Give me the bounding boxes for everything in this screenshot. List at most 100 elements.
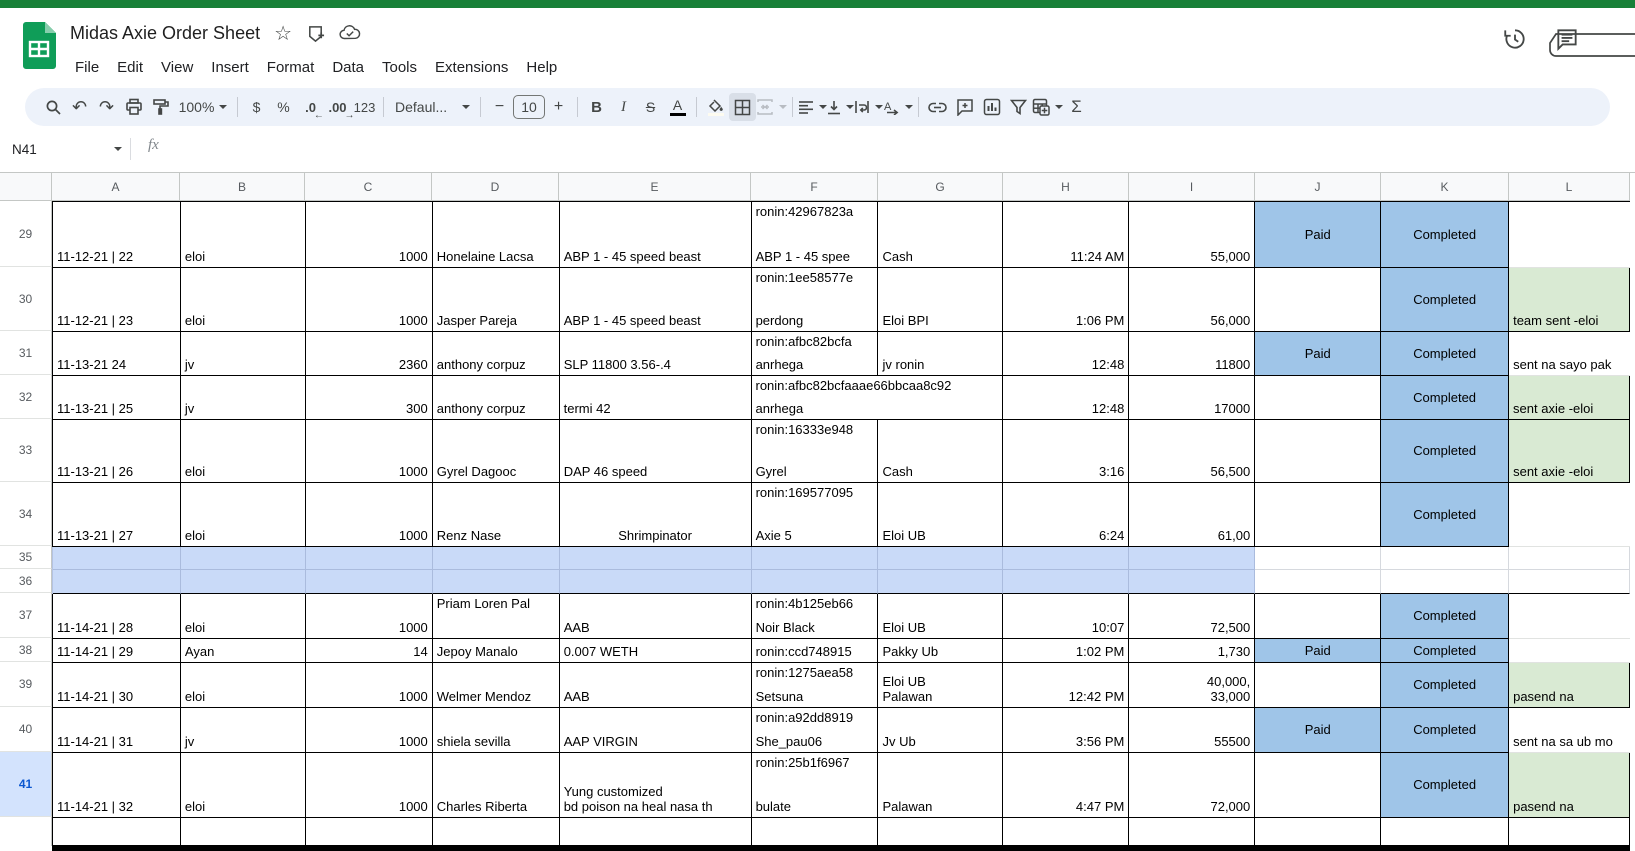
cell-G35[interactable] xyxy=(878,547,1004,570)
cell-I33[interactable]: 56,500 xyxy=(1129,420,1256,483)
increase-font-size-button[interactable]: + xyxy=(545,93,572,121)
decrease-decimal-button[interactable]: .0 ← xyxy=(297,93,324,121)
italic-button[interactable]: I xyxy=(610,93,637,121)
cell-C38[interactable]: 14 xyxy=(305,639,433,663)
decrease-font-size-button[interactable]: − xyxy=(486,93,513,121)
cell-E32[interactable]: termi 42 xyxy=(559,376,752,420)
cell-E37[interactable]: AAB xyxy=(559,594,752,639)
cell-H39[interactable]: 12:42 PM xyxy=(1003,663,1130,708)
functions-sigma-button[interactable]: Σ xyxy=(1063,93,1090,121)
cell-L30[interactable]: team sent -eloi xyxy=(1509,268,1631,332)
text-wrap-button[interactable] xyxy=(854,93,883,121)
cell-B35[interactable] xyxy=(180,547,306,570)
cell-F40[interactable]: ronin:a92dd8919 She_pau06 xyxy=(751,708,879,753)
cell-D30[interactable]: Jasper Pareja xyxy=(432,268,560,332)
cell-K29[interactable]: Completed xyxy=(1381,202,1510,268)
cell-J34[interactable] xyxy=(1255,483,1382,547)
cell-J36[interactable] xyxy=(1255,570,1382,594)
row-header-34[interactable]: 34 xyxy=(0,482,52,546)
column-header-A[interactable]: A xyxy=(52,173,180,201)
cell-F38[interactable]: ronin:ccd748915 xyxy=(751,639,879,663)
cell-E34[interactable]: Shrimpinator xyxy=(559,483,752,547)
cell-F30[interactable]: ronin:1ee58577e perdong xyxy=(751,268,879,332)
cell-C39[interactable]: 1000 xyxy=(305,663,433,708)
cell-I37[interactable]: 72,500 xyxy=(1129,594,1256,639)
cell-C40[interactable]: 1000 xyxy=(305,708,433,753)
cell-E40[interactable]: AAP VIRGIN xyxy=(559,708,752,753)
cell-K42[interactable] xyxy=(1381,818,1510,847)
cell-B40[interactable]: jv xyxy=(180,708,306,753)
text-color-button[interactable]: A xyxy=(664,93,691,121)
cell-H34[interactable]: 6:24 xyxy=(1003,483,1130,547)
cell-F41[interactable]: ronin:25b1f6967 bulate xyxy=(751,753,879,818)
cell-G38[interactable]: Pakky Ub xyxy=(878,639,1004,663)
cell-A41[interactable]: 11-14-21 | 32 xyxy=(53,753,181,818)
cell-H36[interactable] xyxy=(1003,570,1130,594)
table-tools-button[interactable] xyxy=(1032,93,1063,121)
column-header-J[interactable]: J xyxy=(1255,173,1381,201)
menu-extensions[interactable]: Extensions xyxy=(426,55,517,80)
cell-D40[interactable]: shiela sevilla xyxy=(432,708,560,753)
cell-H35[interactable] xyxy=(1003,547,1130,570)
cell-L37[interactable] xyxy=(1509,594,1631,639)
cell-L29[interactable] xyxy=(1509,202,1631,268)
cell-A32[interactable]: 11-13-21 | 25 xyxy=(53,376,181,420)
cell-I39[interactable]: 40,000, 33,000 xyxy=(1129,663,1256,708)
cell-L36[interactable] xyxy=(1509,570,1631,594)
cell-L40[interactable]: sent na sa ub mo xyxy=(1509,708,1631,753)
cell-B34[interactable]: eloi xyxy=(180,483,306,547)
cell-C32[interactable]: 300 xyxy=(305,376,433,420)
cell-B41[interactable]: eloi xyxy=(180,753,306,818)
vertical-align-button[interactable] xyxy=(827,93,854,121)
menu-file[interactable]: File xyxy=(66,55,108,80)
cell-F35[interactable] xyxy=(751,547,879,570)
cell-F34[interactable]: ronin:169577095 Axie 5 xyxy=(751,483,879,547)
column-header-K[interactable]: K xyxy=(1381,173,1509,201)
cell-A37[interactable]: 11-14-21 | 28 xyxy=(53,594,181,639)
cell-G36[interactable] xyxy=(878,570,1004,594)
cell-C34[interactable]: 1000 xyxy=(305,483,433,547)
column-header-G[interactable]: G xyxy=(878,173,1003,201)
cell-K30[interactable]: Completed xyxy=(1381,268,1510,332)
cell-H41[interactable]: 4:47 PM xyxy=(1003,753,1130,818)
cell-K41[interactable]: Completed xyxy=(1381,753,1510,818)
column-header-B[interactable]: B xyxy=(180,173,305,201)
cell-E33[interactable]: DAP 46 speed xyxy=(559,420,752,483)
cell-D29[interactable]: Honelaine Lacsa xyxy=(432,202,560,268)
cell-E30[interactable]: ABP 1 - 45 speed beast xyxy=(559,268,752,332)
cell-A31[interactable]: 11-13-21 24 xyxy=(53,332,181,376)
cell-K40[interactable]: Completed xyxy=(1381,708,1510,753)
column-header-H[interactable]: H xyxy=(1003,173,1129,201)
font-select[interactable]: Defaul... xyxy=(389,93,475,121)
column-header-F[interactable]: F xyxy=(751,173,878,201)
cell-C33[interactable]: 1000 xyxy=(305,420,433,483)
row-header-29[interactable]: 29 xyxy=(0,201,52,267)
cell-J38[interactable]: Paid xyxy=(1255,639,1382,663)
cell-A40[interactable]: 11-14-21 | 31 xyxy=(53,708,181,753)
cell-L42[interactable] xyxy=(1509,818,1631,847)
cell-F31[interactable]: ronin:afbc82bcfa anrhega xyxy=(751,332,879,376)
cell-D38[interactable]: Jepoy Manalo xyxy=(432,639,560,663)
increase-decimal-button[interactable]: .00 → xyxy=(324,93,354,121)
cell-K37[interactable]: Completed xyxy=(1381,594,1510,639)
cell-G41[interactable]: Palawan xyxy=(878,753,1004,818)
cell-K34[interactable]: Completed xyxy=(1381,483,1510,547)
cell-J41[interactable] xyxy=(1255,753,1382,818)
cell-C37[interactable]: 1000 xyxy=(305,594,433,639)
menu-format[interactable]: Format xyxy=(258,55,324,80)
row-header-32[interactable]: 32 xyxy=(0,375,52,419)
sheets-logo-icon[interactable] xyxy=(20,20,58,70)
cell-D35[interactable] xyxy=(432,547,560,570)
menu-tools[interactable]: Tools xyxy=(373,55,426,80)
cell-K36[interactable] xyxy=(1381,570,1510,594)
cell-D34[interactable]: Renz Nase xyxy=(432,483,560,547)
cloud-saved-icon[interactable] xyxy=(339,24,361,42)
cell-I32[interactable]: 17000 xyxy=(1129,376,1256,420)
menu-edit[interactable]: Edit xyxy=(108,55,152,80)
strikethrough-button[interactable]: S xyxy=(637,93,664,121)
cell-F39[interactable]: ronin:1275aea58 Setsuna xyxy=(751,663,879,708)
paint-format-icon[interactable] xyxy=(147,93,174,121)
text-rotation-button[interactable]: A xyxy=(883,93,913,121)
cell-F33[interactable]: ronin:16333e948 Gyrel xyxy=(751,420,879,483)
cell-F29[interactable]: ronin:42967823a ABP 1 - 45 spee xyxy=(751,202,879,268)
